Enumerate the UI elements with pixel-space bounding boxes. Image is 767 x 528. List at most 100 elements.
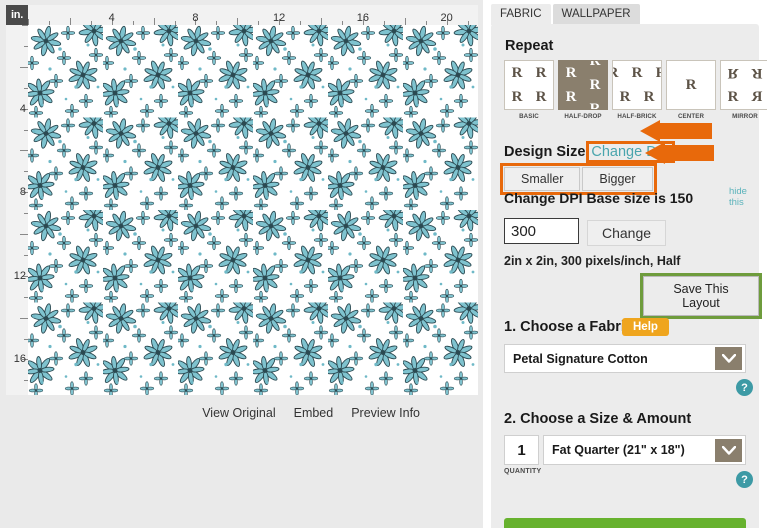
repeat-option-half-drop[interactable]: R R R R R HALF-DROP <box>558 60 608 120</box>
repeat-glyph: R <box>511 64 523 81</box>
choose-fabric-heading: 1. Choose a Fabric <box>504 319 633 335</box>
ruler-tick <box>69 18 71 25</box>
quantity-label: QUANTITY <box>504 468 542 475</box>
repeat-glyph: R <box>589 100 601 110</box>
fabric-select-value: Petal Signature Cotton <box>513 351 648 366</box>
repeat-option-center[interactable]: R CENTER <box>666 60 716 120</box>
repeat-glyph: R <box>643 88 655 105</box>
repeat-glyph: R <box>565 88 577 105</box>
ruler-tick <box>404 18 406 25</box>
ruler-tick <box>321 18 323 25</box>
repeat-glyph: R <box>619 88 631 105</box>
ruler-unit-label: in. <box>6 5 28 25</box>
fabric-swatch-preview[interactable] <box>28 25 478 395</box>
ruler-vertical: 4 8 12 16 <box>6 25 28 395</box>
preview-pane: in. 4 8 12 16 20 4 8 12 16 View Original… <box>0 0 483 528</box>
ruler-tick <box>20 234 28 236</box>
embed-link[interactable]: Embed <box>294 406 334 420</box>
fabric-help-icon[interactable]: ? <box>736 379 753 396</box>
choose-size-heading: 2. Choose a Size & Amount <box>504 411 692 427</box>
repeat-glyph: R <box>685 76 697 93</box>
ruler-label: 16 <box>356 12 369 24</box>
preview-info-link[interactable]: Preview Info <box>351 406 420 420</box>
add-to-cart-button[interactable]: Add to Cart <box>504 518 746 528</box>
pattern-svg <box>28 25 478 395</box>
tab-wallpaper[interactable]: WALLPAPER <box>552 4 640 25</box>
repeat-thumb-basic[interactable]: R R R R <box>504 60 554 110</box>
size-select-value: Fat Quarter (21" x 18") <box>552 443 685 457</box>
ruler-label: 12 <box>273 12 286 24</box>
repeat-label-mirror: MIRROR <box>732 113 758 120</box>
save-this-layout-button[interactable]: Save This Layout <box>640 273 762 319</box>
hide-this-link[interactable]: hide this <box>729 186 747 208</box>
repeat-glyph: R <box>649 61 661 85</box>
repeat-thumb-half-drop[interactable]: R R R R R <box>558 60 608 110</box>
dpi-base-size-text: Base size is 150 <box>586 190 694 206</box>
repeat-glyph: R <box>589 76 601 93</box>
repeat-options: R R R R BASIC R R R R R HALF-DROP R R R … <box>504 60 767 120</box>
size-adjust-buttons: Smaller Bigger <box>500 163 657 195</box>
repeat-glyph: R <box>535 64 547 81</box>
options-panel: Repeat R R R R BASIC R R R R R HALF-DROP… <box>491 24 767 528</box>
repeat-label-half-brick: HALF-BRICK <box>617 113 657 120</box>
repeat-option-half-brick[interactable]: R R R R R HALF-BRICK <box>612 60 662 120</box>
repeat-glyph: R <box>535 88 547 105</box>
designer-page: in. 4 8 12 16 20 4 8 12 16 View Original… <box>0 0 767 528</box>
change-dpi-link[interactable]: Change DPI <box>586 141 676 163</box>
preview-links: View Original Embed Preview Info <box>28 400 478 426</box>
tab-bar: FABRIC WALLPAPER <box>491 3 640 25</box>
repeat-glyph: R <box>751 88 763 105</box>
view-original-link[interactable]: View Original <box>202 406 275 420</box>
repeat-glyph: R <box>751 65 763 82</box>
repeat-thumb-half-brick[interactable]: R R R R R <box>612 60 662 110</box>
ruler-label: 4 <box>19 102 26 115</box>
ruler-label: 12 <box>13 269 26 282</box>
repeat-glyph: R <box>565 64 577 81</box>
repeat-thumb-mirror[interactable]: R R R R <box>720 60 767 110</box>
dpi-heading-bold: Change DPI <box>504 190 583 206</box>
repeat-option-mirror[interactable]: R R R R MIRROR <box>720 60 767 120</box>
repeat-thumb-center[interactable]: R <box>666 60 716 110</box>
fabric-help-badge[interactable]: Help <box>622 318 669 336</box>
repeat-glyph: R <box>631 64 643 81</box>
chevron-down-icon[interactable] <box>715 438 742 462</box>
tab-fabric[interactable]: FABRIC <box>491 4 551 25</box>
dpi-change-button[interactable]: Change <box>587 220 667 246</box>
repeat-option-basic[interactable]: R R R R BASIC <box>504 60 554 120</box>
repeat-glyph: R <box>511 88 523 105</box>
size-help-icon[interactable]: ? <box>736 471 753 488</box>
repeat-label-half-drop: HALF-DROP <box>564 113 602 120</box>
smaller-button[interactable]: Smaller <box>504 167 581 191</box>
design-size-row: Design Size Change DPI <box>504 141 676 163</box>
ruler-tick <box>20 150 28 152</box>
quantity-input[interactable]: 1 <box>504 435 539 465</box>
size-select[interactable]: Fat Quarter (21" x 18") <box>543 435 746 465</box>
ruler-label: 20 <box>440 12 453 24</box>
ruler-label: 8 <box>192 12 199 24</box>
dpi-input[interactable] <box>504 218 579 244</box>
design-size-label: Design Size <box>504 144 586 160</box>
ruler-horizontal: 4 8 12 16 20 <box>28 5 478 25</box>
repeat-glyph: R <box>727 65 739 82</box>
repeat-section-title: Repeat <box>505 38 554 54</box>
half-brick-offset-row: R R R <box>613 61 661 85</box>
bigger-button[interactable]: Bigger <box>582 167 653 191</box>
ruler-label: 4 <box>108 12 115 24</box>
options-pane: FABRIC WALLPAPER Repeat R R R R BASIC R … <box>483 0 767 528</box>
ruler-tick <box>153 18 155 25</box>
ruler-tick <box>20 317 28 319</box>
repeat-glyph: R <box>613 61 625 85</box>
chevron-down-icon[interactable] <box>715 347 742 370</box>
size-description: 2in x 2in, 300 pixels/inch, Half <box>504 254 681 268</box>
hide-this-line1: hide <box>729 186 747 197</box>
hide-this-line2: this <box>729 197 744 208</box>
repeat-glyph: R <box>589 60 601 69</box>
ruler-label: 16 <box>13 353 26 366</box>
fabric-select[interactable]: Petal Signature Cotton <box>504 344 746 373</box>
half-drop-offset-column: R R R <box>583 60 607 110</box>
ruler-tick <box>20 66 28 68</box>
repeat-label-center: CENTER <box>677 113 705 120</box>
ruler-tick <box>237 18 239 25</box>
dpi-heading: Change DPI Base size is 150 <box>504 190 693 206</box>
repeat-label-basic: BASIC <box>519 113 539 120</box>
